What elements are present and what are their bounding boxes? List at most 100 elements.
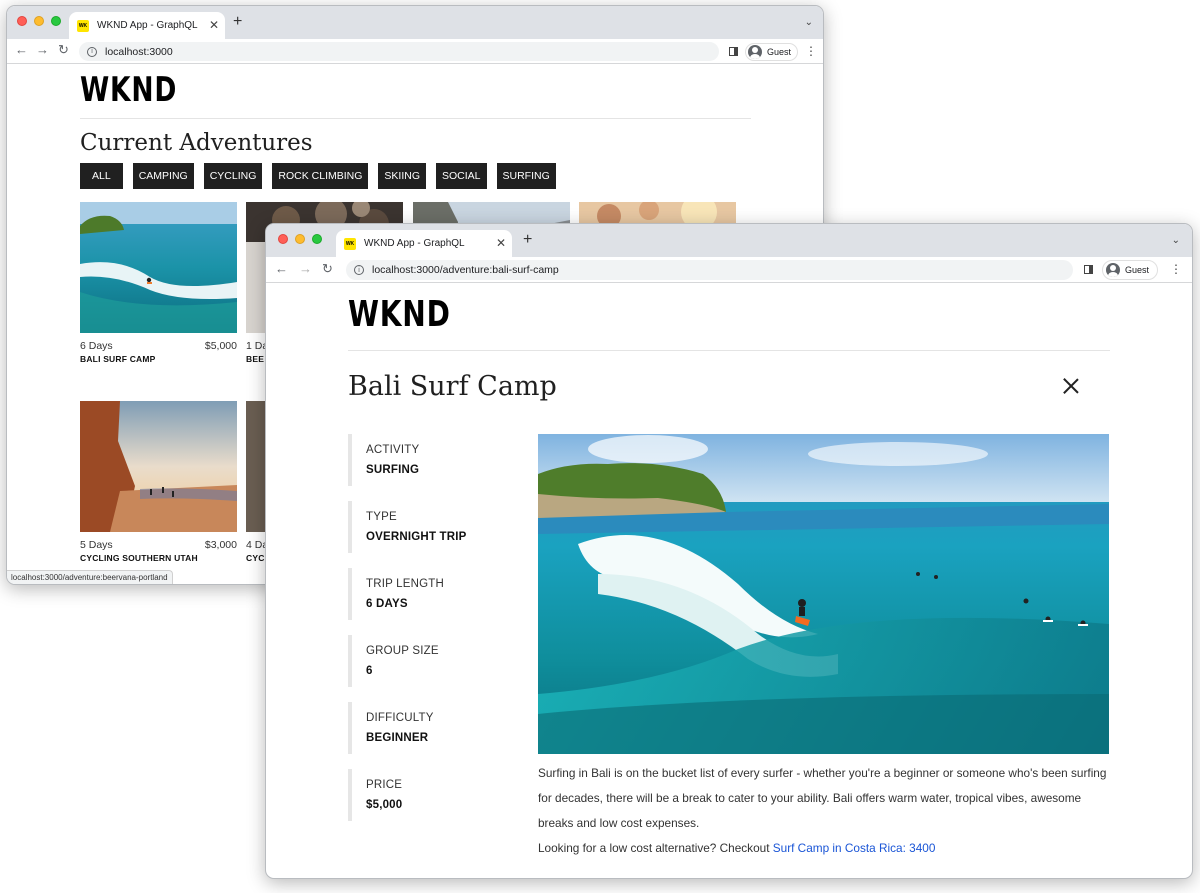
- close-tab-icon[interactable]: ✕: [496, 236, 506, 250]
- detail-label: TYPE: [366, 511, 397, 523]
- wknd-favicon-icon: WK: [77, 19, 89, 32]
- maximize-window-button[interactable]: [51, 16, 61, 26]
- new-tab-icon[interactable]: +: [523, 231, 532, 249]
- forward-arrow-icon[interactable]: →: [299, 261, 312, 276]
- tab-search-chevron-icon[interactable]: ⌄: [805, 17, 813, 28]
- tab-title: WKND App - GraphQL: [364, 238, 465, 249]
- card-duration: 5 Days: [80, 539, 113, 551]
- surf-photo-thumbnail: [80, 202, 237, 333]
- header-divider: [348, 350, 1110, 351]
- browser-menu-icon[interactable]: ⋮: [1170, 262, 1182, 276]
- filter-surfing-button[interactable]: SURFING: [496, 163, 556, 189]
- tab-strip: WK WKND App - GraphQL ✕ + ⌄: [266, 224, 1192, 257]
- card-meta: 5 Days $3,000: [80, 539, 237, 551]
- back-arrow-icon[interactable]: ←: [15, 42, 28, 57]
- tab-wknd-app[interactable]: WK WKND App - GraphQL ✕: [69, 12, 225, 39]
- wknd-logo[interactable]: WKND: [348, 294, 451, 335]
- card-price: $5,000: [204, 340, 237, 352]
- adventure-card-image[interactable]: [80, 202, 237, 333]
- alternative-suggestion: Looking for a low cost alternative? Chec…: [538, 841, 935, 855]
- adventure-card-utah[interactable]: 5 Days $3,000 CYCLING SOUTHERN UTAH: [80, 401, 237, 563]
- close-window-button[interactable]: [17, 16, 27, 26]
- filter-all-button[interactable]: ALL: [80, 163, 123, 189]
- maximize-window-button[interactable]: [312, 234, 322, 244]
- tab-search-chevron-icon[interactable]: ⌄: [1172, 235, 1180, 246]
- filter-skiing-button[interactable]: SKIING: [378, 163, 426, 189]
- filter-rock-climbing-button[interactable]: ROCK CLIMBING: [272, 163, 369, 189]
- browser-menu-icon[interactable]: ⋮: [805, 44, 817, 58]
- adventure-card-image[interactable]: [80, 401, 237, 532]
- minimize-window-button[interactable]: [295, 234, 305, 244]
- close-window-button[interactable]: [278, 234, 288, 244]
- detail-value: $5,000: [366, 799, 403, 811]
- card-title: CYCLING SOUTHERN UTAH: [80, 553, 198, 563]
- header-divider: [80, 118, 751, 119]
- detail-trip-length: TRIP LENGTH 6 DAYS: [348, 568, 498, 620]
- adventure-details: ACTIVITY SURFING TYPE OVERNIGHT TRIP TRI…: [348, 434, 498, 836]
- close-tab-icon[interactable]: ✕: [209, 18, 219, 32]
- adventure-card-bali[interactable]: 6 Days $5,000 BALI SURF CAMP: [80, 202, 237, 364]
- adventure-hero-image: [538, 434, 1109, 754]
- detail-group-size: GROUP SIZE 6: [348, 635, 498, 687]
- browser-window-adventure-detail: WK WKND App - GraphQL ✕ + ⌄ ← → ↻ i loca…: [265, 223, 1193, 879]
- card-duration: 6 Days: [80, 340, 113, 352]
- close-icon[interactable]: [1063, 378, 1079, 394]
- address-bar-url: localhost:3000: [105, 45, 173, 58]
- detail-label: ACTIVITY: [366, 444, 420, 456]
- window-controls: [17, 16, 61, 26]
- card-price: $3,000: [204, 539, 237, 551]
- detail-value: 6 DAYS: [366, 598, 408, 610]
- window-controls: [278, 234, 322, 244]
- status-bar-url: localhost:3000/adventure:beervana-portla…: [7, 570, 173, 584]
- card-title: BALI SURF CAMP: [80, 354, 156, 364]
- detail-value: OVERNIGHT TRIP: [366, 531, 467, 543]
- detail-value: SURFING: [366, 464, 420, 476]
- address-bar-url: localhost:3000/adventure:bali-surf-camp: [372, 264, 559, 276]
- adventure-description: Surfing in Bali is on the bucket list of…: [538, 766, 1107, 830]
- alternative-prefix: Looking for a low cost alternative? Chec…: [538, 841, 773, 855]
- detail-value: 6: [366, 665, 373, 677]
- browser-toolbar: ← → ↻ i localhost:3000/adventure:bali-su…: [266, 257, 1192, 283]
- wknd-favicon-icon: WK: [344, 237, 356, 250]
- browser-toolbar: ← → ↻ i localhost:3000 Guest ⋮: [7, 39, 823, 64]
- new-tab-icon[interactable]: +: [233, 13, 242, 31]
- guest-label: Guest: [1125, 265, 1150, 275]
- detail-difficulty: DIFFICULTY BEGINNER: [348, 702, 498, 754]
- detail-price: PRICE $5,000: [348, 769, 498, 821]
- detail-label: TRIP LENGTH: [366, 578, 445, 590]
- back-arrow-icon[interactable]: ←: [275, 261, 288, 276]
- alternative-adventure-link[interactable]: Surf Camp in Costa Rica: 3400: [773, 841, 936, 855]
- profile-guest-button[interactable]: Guest: [1102, 260, 1159, 280]
- address-bar[interactable]: i localhost:3000: [79, 42, 719, 61]
- filter-social-button[interactable]: SOCIAL: [436, 163, 487, 189]
- filter-cycling-button[interactable]: CYCLING: [203, 163, 263, 189]
- site-info-icon[interactable]: i: [354, 265, 364, 275]
- minimize-window-button[interactable]: [34, 16, 44, 26]
- tab-wknd-app[interactable]: WK WKND App - GraphQL ✕: [336, 230, 512, 257]
- reload-icon[interactable]: ↻: [58, 42, 69, 58]
- activity-filter-bar: ALL CAMPING CYCLING ROCK CLIMBING SKIING…: [80, 163, 556, 189]
- wknd-logo[interactable]: WKND: [80, 70, 177, 110]
- detail-label: GROUP SIZE: [366, 645, 439, 657]
- guest-label: Guest: [767, 47, 792, 57]
- forward-arrow-icon[interactable]: →: [36, 42, 49, 57]
- tab-title: WKND App - GraphQL: [97, 20, 198, 31]
- detail-label: PRICE: [366, 779, 403, 791]
- card-meta: 6 Days $5,000: [80, 340, 237, 352]
- side-panel-icon[interactable]: [1084, 265, 1093, 274]
- guest-avatar-icon: [1106, 263, 1120, 277]
- surf-hero-photo: [538, 434, 1109, 754]
- filter-camping-button[interactable]: CAMPING: [132, 163, 194, 189]
- detail-value: BEGINNER: [366, 732, 429, 744]
- side-panel-icon[interactable]: [729, 47, 738, 56]
- site-info-icon[interactable]: i: [87, 46, 97, 57]
- page-title: Current Adventures: [80, 130, 313, 156]
- detail-activity: ACTIVITY SURFING: [348, 434, 498, 486]
- desert-photo-thumbnail: [80, 401, 237, 532]
- profile-guest-button[interactable]: Guest: [745, 43, 799, 61]
- detail-label: DIFFICULTY: [366, 712, 434, 724]
- address-bar[interactable]: i localhost:3000/adventure:bali-surf-cam…: [346, 260, 1073, 280]
- detail-type: TYPE OVERNIGHT TRIP: [348, 501, 498, 553]
- reload-icon[interactable]: ↻: [322, 261, 333, 277]
- adventure-title: Bali Surf Camp: [348, 371, 557, 402]
